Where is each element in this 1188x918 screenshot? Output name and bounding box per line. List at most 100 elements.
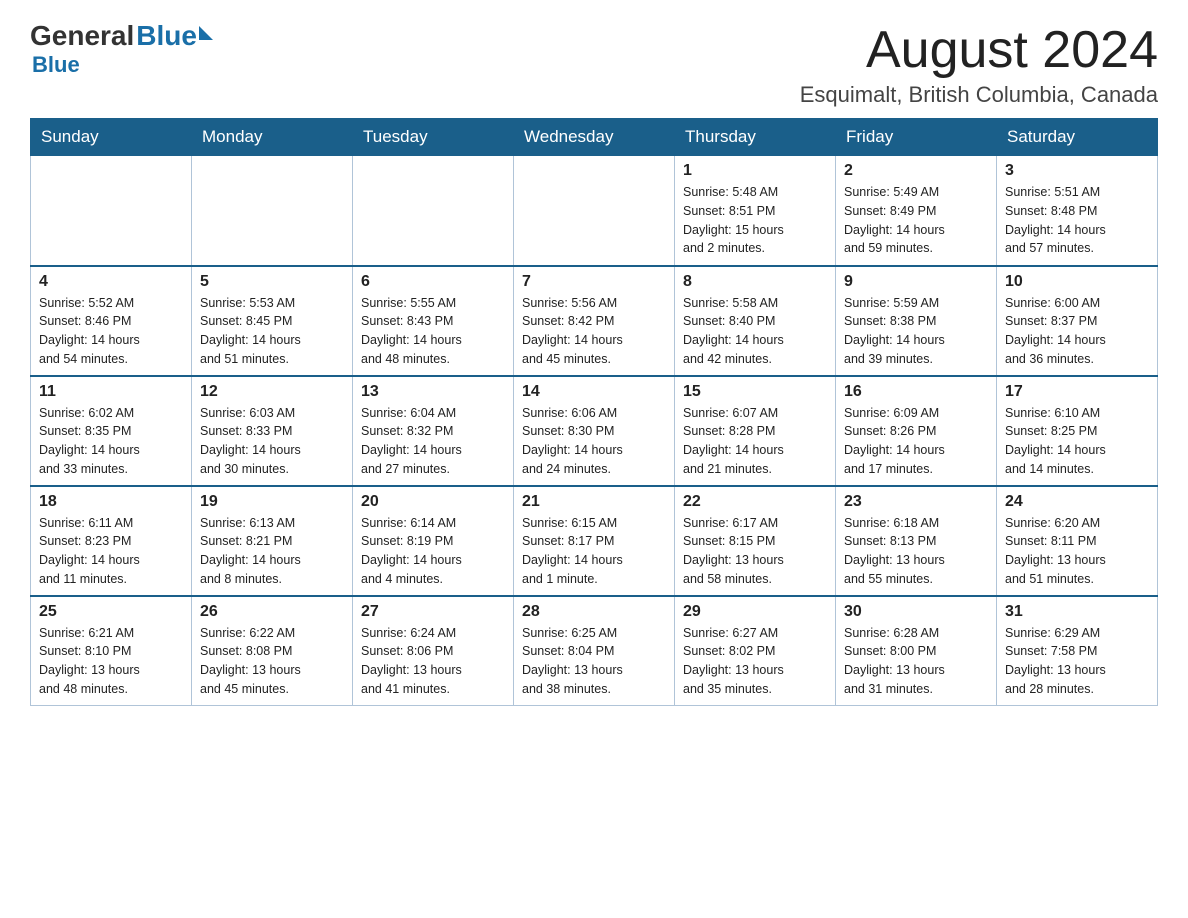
day-info: Sunrise: 6:17 AM Sunset: 8:15 PM Dayligh…: [683, 514, 827, 589]
day-number: 9: [844, 273, 988, 291]
day-number: 20: [361, 493, 505, 511]
col-saturday: Saturday: [997, 119, 1158, 156]
day-info: Sunrise: 6:27 AM Sunset: 8:02 PM Dayligh…: [683, 624, 827, 699]
table-row: 10 Sunrise: 6:00 AM Sunset: 8:37 PM Dayli…: [997, 266, 1158, 376]
table-row: 30Sunrise: 6:28 AM Sunset: 8:00 PM Dayli…: [836, 596, 997, 706]
day-number: 16: [844, 383, 988, 401]
day-info: Sunrise: 5:55 AM Sunset: 8:43 PM Dayligh…: [361, 294, 505, 369]
table-row: 9 Sunrise: 5:59 AM Sunset: 8:38 PM Daylig…: [836, 266, 997, 376]
table-row: 18Sunrise: 6:11 AM Sunset: 8:23 PM Dayli…: [31, 486, 192, 596]
table-row: 23 Sunrise: 6:18 AM Sunset: 8:13 PM Dayli…: [836, 486, 997, 596]
day-info: Sunrise: 6:22 AM Sunset: 8:08 PM Dayligh…: [200, 624, 344, 699]
day-info: Sunrise: 6:07 AM Sunset: 8:28 PM Dayligh…: [683, 404, 827, 479]
table-row: 31Sunrise: 6:29 AM Sunset: 7:58 PM Dayli…: [997, 596, 1158, 706]
table-row: 27 Sunrise: 6:24 AM Sunset: 8:06 PM Dayli…: [353, 596, 514, 706]
day-info: Sunrise: 6:14 AM Sunset: 8:19 PM Dayligh…: [361, 514, 505, 589]
col-sunday: Sunday: [31, 119, 192, 156]
logo-blue-text: Blue: [136, 20, 197, 52]
day-info: Sunrise: 6:03 AM Sunset: 8:33 PM Dayligh…: [200, 404, 344, 479]
day-number: 17: [1005, 383, 1149, 401]
day-info: Sunrise: 6:21 AM Sunset: 8:10 PM Dayligh…: [39, 624, 183, 699]
table-row: 16 Sunrise: 6:09 AM Sunset: 8:26 PM Dayli…: [836, 376, 997, 486]
day-info: Sunrise: 6:04 AM Sunset: 8:32 PM Dayligh…: [361, 404, 505, 479]
table-row: 7 Sunrise: 5:56 AM Sunset: 8:42 PM Daylig…: [514, 266, 675, 376]
logo: General Blue Blue: [30, 20, 213, 78]
table-row: 3 Sunrise: 5:51 AM Sunset: 8:48 PM Daylig…: [997, 156, 1158, 266]
day-number: 26: [200, 603, 344, 621]
table-row: 6 Sunrise: 5:55 AM Sunset: 8:43 PM Daylig…: [353, 266, 514, 376]
logo-blue-undertext: Blue: [32, 52, 80, 77]
table-row: 17 Sunrise: 6:10 AM Sunset: 8:25 PM Dayli…: [997, 376, 1158, 486]
day-number: 8: [683, 273, 827, 291]
location-title: Esquimalt, British Columbia, Canada: [800, 82, 1158, 108]
day-info: Sunrise: 6:15 AM Sunset: 8:17 PM Dayligh…: [522, 514, 666, 589]
day-info: Sunrise: 6:20 AM Sunset: 8:11 PM Dayligh…: [1005, 514, 1149, 589]
table-row: 4Sunrise: 5:52 AM Sunset: 8:46 PM Daylig…: [31, 266, 192, 376]
day-number: 21: [522, 493, 666, 511]
table-row: 2 Sunrise: 5:49 AM Sunset: 8:49 PM Daylig…: [836, 156, 997, 266]
day-number: 3: [1005, 162, 1149, 180]
calendar-week-row: 18Sunrise: 6:11 AM Sunset: 8:23 PM Dayli…: [31, 486, 1158, 596]
day-info: Sunrise: 6:24 AM Sunset: 8:06 PM Dayligh…: [361, 624, 505, 699]
table-row: 26 Sunrise: 6:22 AM Sunset: 8:08 PM Dayli…: [192, 596, 353, 706]
table-row: 24Sunrise: 6:20 AM Sunset: 8:11 PM Dayli…: [997, 486, 1158, 596]
table-row: 19Sunrise: 6:13 AM Sunset: 8:21 PM Dayli…: [192, 486, 353, 596]
day-info: Sunrise: 5:59 AM Sunset: 8:38 PM Dayligh…: [844, 294, 988, 369]
day-info: Sunrise: 5:56 AM Sunset: 8:42 PM Dayligh…: [522, 294, 666, 369]
day-number: 22: [683, 493, 827, 511]
table-row: 25Sunrise: 6:21 AM Sunset: 8:10 PM Dayli…: [31, 596, 192, 706]
col-friday: Friday: [836, 119, 997, 156]
day-number: 14: [522, 383, 666, 401]
day-number: 6: [361, 273, 505, 291]
day-number: 5: [200, 273, 344, 291]
day-number: 10: [1005, 273, 1149, 291]
day-info: Sunrise: 6:10 AM Sunset: 8:25 PM Dayligh…: [1005, 404, 1149, 479]
col-tuesday: Tuesday: [353, 119, 514, 156]
day-info: Sunrise: 5:52 AM Sunset: 8:46 PM Dayligh…: [39, 294, 183, 369]
calendar-week-row: 11 Sunrise: 6:02 AM Sunset: 8:35 PM Dayli…: [31, 376, 1158, 486]
day-number: 2: [844, 162, 988, 180]
day-info: Sunrise: 6:02 AM Sunset: 8:35 PM Dayligh…: [39, 404, 183, 479]
day-info: Sunrise: 6:00 AM Sunset: 8:37 PM Dayligh…: [1005, 294, 1149, 369]
day-number: 13: [361, 383, 505, 401]
col-wednesday: Wednesday: [514, 119, 675, 156]
day-number: 15: [683, 383, 827, 401]
day-number: 29: [683, 603, 827, 621]
day-info: Sunrise: 6:18 AM Sunset: 8:13 PM Dayligh…: [844, 514, 988, 589]
day-info: Sunrise: 6:09 AM Sunset: 8:26 PM Dayligh…: [844, 404, 988, 479]
table-row: 28Sunrise: 6:25 AM Sunset: 8:04 PM Dayli…: [514, 596, 675, 706]
title-section: August 2024 Esquimalt, British Columbia,…: [800, 20, 1158, 108]
table-row: 21 Sunrise: 6:15 AM Sunset: 8:17 PM Dayli…: [514, 486, 675, 596]
table-row: 14 Sunrise: 6:06 AM Sunset: 8:30 PM Dayli…: [514, 376, 675, 486]
day-number: 27: [361, 603, 505, 621]
day-info: Sunrise: 5:51 AM Sunset: 8:48 PM Dayligh…: [1005, 183, 1149, 258]
day-info: Sunrise: 6:29 AM Sunset: 7:58 PM Dayligh…: [1005, 624, 1149, 699]
day-info: Sunrise: 5:58 AM Sunset: 8:40 PM Dayligh…: [683, 294, 827, 369]
table-row: 12Sunrise: 6:03 AM Sunset: 8:33 PM Dayli…: [192, 376, 353, 486]
table-row: 1 Sunrise: 5:48 AM Sunset: 8:51 PM Daylig…: [675, 156, 836, 266]
table-row: [192, 156, 353, 266]
day-info: Sunrise: 6:13 AM Sunset: 8:21 PM Dayligh…: [200, 514, 344, 589]
calendar-week-row: 1 Sunrise: 5:48 AM Sunset: 8:51 PM Daylig…: [31, 156, 1158, 266]
col-thursday: Thursday: [675, 119, 836, 156]
day-number: 30: [844, 603, 988, 621]
table-row: [353, 156, 514, 266]
table-row: 20 Sunrise: 6:14 AM Sunset: 8:19 PM Dayli…: [353, 486, 514, 596]
day-number: 11: [39, 383, 183, 401]
table-row: 13 Sunrise: 6:04 AM Sunset: 8:32 PM Dayli…: [353, 376, 514, 486]
table-row: 5 Sunrise: 5:53 AM Sunset: 8:45 PM Daylig…: [192, 266, 353, 376]
day-number: 1: [683, 162, 827, 180]
logo-general-text: General: [30, 20, 134, 52]
day-info: Sunrise: 6:06 AM Sunset: 8:30 PM Dayligh…: [522, 404, 666, 479]
day-number: 7: [522, 273, 666, 291]
day-info: Sunrise: 6:11 AM Sunset: 8:23 PM Dayligh…: [39, 514, 183, 589]
table-row: 15 Sunrise: 6:07 AM Sunset: 8:28 PM Dayli…: [675, 376, 836, 486]
table-row: 22 Sunrise: 6:17 AM Sunset: 8:15 PM Dayli…: [675, 486, 836, 596]
day-info: Sunrise: 5:49 AM Sunset: 8:49 PM Dayligh…: [844, 183, 988, 258]
page-header: General Blue Blue August 2024 Esquimalt,…: [30, 20, 1158, 108]
day-info: Sunrise: 5:53 AM Sunset: 8:45 PM Dayligh…: [200, 294, 344, 369]
day-info: Sunrise: 5:48 AM Sunset: 8:51 PM Dayligh…: [683, 183, 827, 258]
col-monday: Monday: [192, 119, 353, 156]
day-number: 23: [844, 493, 988, 511]
table-row: [31, 156, 192, 266]
